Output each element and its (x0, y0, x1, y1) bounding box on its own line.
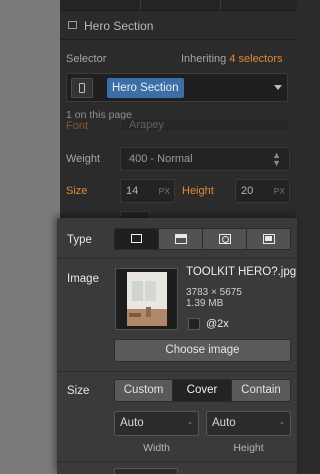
inheriting-count[interactable]: 4 selectors (229, 53, 282, 65)
line-height-unit: PX (273, 186, 285, 196)
font-label: Font (66, 120, 89, 132)
bg-height-input[interactable]: Auto - (206, 411, 291, 436)
room-photo (116, 269, 177, 329)
line-height-input[interactable]: 20 PX (235, 179, 290, 203)
bg-width-value: Auto (120, 417, 144, 429)
size-contain-button[interactable]: Contain (231, 379, 291, 402)
font-value: Arapey (129, 119, 164, 131)
image-dimensions: 3783 × 5675 (186, 287, 242, 298)
partial-field (120, 211, 150, 218)
bg-height-unit[interactable]: - (280, 412, 284, 435)
font-select[interactable]: Arapey (120, 118, 290, 132)
size-cover-button[interactable]: Cover (172, 379, 232, 402)
color-overlay-icon (263, 234, 275, 244)
weight-value: 400 - Normal (129, 153, 193, 165)
line-height-value: 20 (241, 185, 254, 197)
size-custom-button[interactable]: Custom (114, 379, 173, 402)
canvas-area (0, 0, 60, 474)
section-title: Hero Section (84, 19, 154, 33)
bg-width-input[interactable]: Auto - (114, 411, 199, 436)
linear-gradient-icon (175, 234, 187, 244)
selector-label: Selector (66, 53, 107, 65)
font-size-unit: PX (158, 186, 170, 196)
type-linear-gradient-button[interactable] (158, 228, 203, 250)
bg-width-caption: Width (143, 442, 170, 454)
retina-checkbox[interactable] (188, 318, 200, 330)
divider (57, 371, 297, 372)
weight-label: Weight (66, 153, 101, 165)
panel-tabbar (60, 0, 297, 11)
line-height-label: Height (182, 185, 214, 197)
updown-icon: ▲ ▼ (272, 150, 281, 168)
size-label: Size (66, 185, 88, 197)
type-label: Type (67, 234, 92, 246)
image-filesize: 1.39 MB (186, 298, 224, 309)
selector-chip[interactable]: Hero Section (107, 78, 184, 98)
background-settings-popup: Type Image TOOLKIT HERO?.jpg 3783 × 5675… (57, 218, 297, 474)
retina-label: @2x (206, 318, 229, 330)
font-size-value: 14 (126, 185, 139, 197)
type-radial-gradient-button[interactable] (202, 228, 247, 250)
image-label: Image (67, 273, 99, 285)
radial-gradient-icon (219, 234, 231, 244)
chevron-down-icon[interactable] (274, 85, 282, 90)
selector-field[interactable]: Hero Section (66, 73, 288, 102)
bg-width-unit[interactable]: - (188, 412, 192, 435)
image-icon (131, 234, 142, 243)
inheriting-prefix: Inheriting (181, 53, 227, 65)
section-header[interactable]: Hero Section (60, 11, 297, 40)
weight-select[interactable]: 400 - Normal ▲ ▼ (120, 147, 290, 171)
type-color-button[interactable] (246, 228, 291, 250)
bg-height-value: Auto (212, 417, 236, 429)
inheriting-text: Inheriting 4 selectors (181, 53, 283, 65)
bg-height-caption: Height (233, 442, 264, 454)
font-size-input[interactable]: 14 PX (120, 179, 175, 203)
type-image-button[interactable] (114, 228, 159, 250)
section-icon (68, 21, 77, 29)
size-mode-label: Size (67, 385, 90, 397)
divider (57, 461, 297, 462)
device-icon[interactable] (71, 78, 93, 98)
partial-next-field (114, 468, 178, 474)
image-thumbnail[interactable] (115, 268, 178, 330)
choose-image-button[interactable]: Choose image (114, 339, 291, 362)
image-filename: TOOLKIT HERO?.jpg (186, 266, 297, 278)
divider (57, 258, 297, 259)
